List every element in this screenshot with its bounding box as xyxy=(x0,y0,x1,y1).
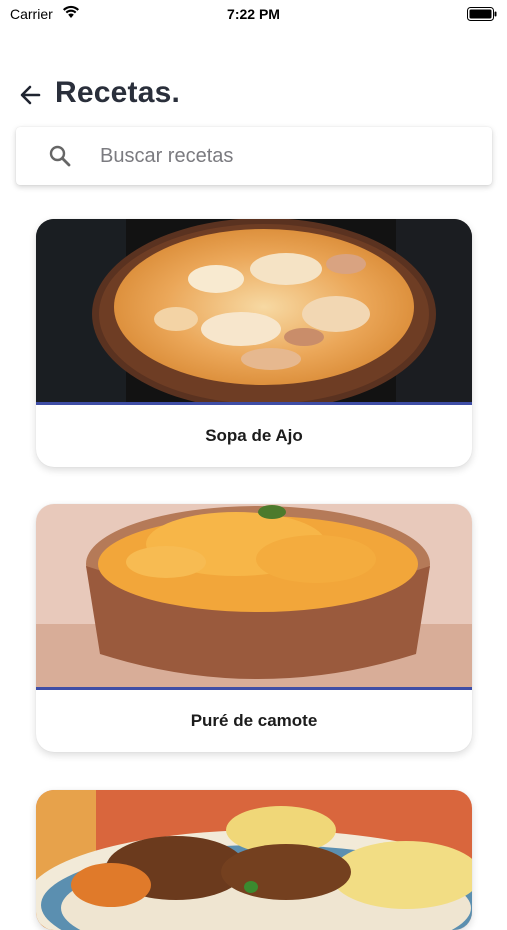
recipe-card[interactable] xyxy=(36,790,472,930)
recipe-card[interactable]: Sopa de Ajo xyxy=(36,219,472,467)
recipe-card[interactable]: Puré de camote xyxy=(36,504,472,752)
status-bar: Carrier 7:22 PM xyxy=(0,0,507,28)
battery-icon xyxy=(467,7,497,26)
recipe-name: Puré de camote xyxy=(190,711,318,730)
status-time: 7:22 PM xyxy=(227,6,280,22)
recipe-image xyxy=(36,790,472,930)
search-bar[interactable] xyxy=(16,127,492,185)
search-icon xyxy=(48,144,72,173)
header: Recetas. xyxy=(0,70,507,120)
search-input[interactable] xyxy=(100,141,480,171)
recipe-image xyxy=(36,219,472,405)
back-arrow-icon[interactable] xyxy=(18,82,44,108)
page-title: Recetas. xyxy=(55,76,181,109)
recipe-image xyxy=(36,504,472,690)
recipe-name: Sopa de Ajo xyxy=(205,426,303,445)
